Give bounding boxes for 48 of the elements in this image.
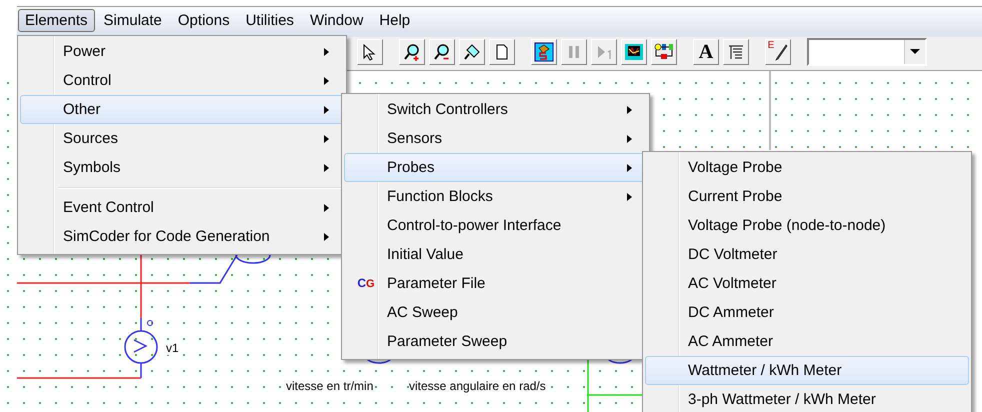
zoom-out-icon bbox=[433, 42, 451, 60]
menu-item[interactable]: Symbols bbox=[20, 153, 344, 182]
menu-item[interactable]: Control bbox=[20, 66, 344, 95]
toolbar-button[interactable] bbox=[357, 38, 383, 64]
circuit-label: v1 bbox=[166, 341, 179, 355]
menu-bar-item[interactable]: Help bbox=[372, 8, 418, 32]
run-simulation-icon bbox=[534, 42, 554, 62]
toolbar-button[interactable] bbox=[621, 38, 647, 64]
menu-bar-item[interactable]: Utilities bbox=[238, 8, 301, 32]
menu-item[interactable]: SimCoder for Code Generation bbox=[20, 222, 344, 251]
menu-item[interactable]: DC Voltmeter bbox=[645, 240, 969, 269]
menu-item[interactable]: Other bbox=[20, 95, 344, 124]
edit-button[interactable]: E bbox=[765, 38, 791, 64]
menu-item[interactable]: Switch Controllers bbox=[344, 95, 647, 124]
pencil-icon bbox=[774, 42, 788, 60]
menu-bar-item[interactable]: Elements bbox=[18, 8, 95, 32]
block-diagram-icon bbox=[654, 42, 674, 60]
menu-item[interactable]: 3-ph Wattmeter / kWh Meter bbox=[645, 385, 969, 412]
menu-item[interactable]: DC Ammeter bbox=[645, 298, 969, 327]
menu-bar-item[interactable]: Window bbox=[302, 8, 370, 32]
toolbar-button[interactable] bbox=[651, 38, 677, 64]
menu-item[interactable]: Voltage Probe bbox=[645, 153, 969, 182]
toolbar-button[interactable] bbox=[723, 38, 749, 64]
menu-bar-item[interactable]: Options bbox=[170, 8, 237, 32]
zoom-in-icon bbox=[403, 42, 421, 60]
menu-item[interactable]: Current Probe bbox=[645, 182, 969, 211]
cg-icon: CG bbox=[357, 277, 375, 290]
menu-bar-item[interactable]: Simulate bbox=[96, 8, 169, 32]
text-button[interactable]: A bbox=[693, 38, 719, 64]
menu-item[interactable]: AC Ammeter bbox=[645, 327, 969, 356]
menu-item[interactable]: AC Voltmeter bbox=[645, 269, 969, 298]
menu-item[interactable]: Wattmeter / kWh Meter bbox=[645, 356, 969, 385]
toolbar-button[interactable] bbox=[531, 38, 557, 64]
scope-icon bbox=[624, 42, 644, 60]
toolbar-button[interactable] bbox=[399, 38, 425, 64]
dropdown[interactable] bbox=[807, 38, 927, 66]
text-lines-icon bbox=[727, 42, 745, 60]
menu-item[interactable]: Sources bbox=[20, 124, 344, 153]
toolbar-button[interactable] bbox=[459, 38, 485, 64]
menu-item[interactable]: Sensors bbox=[344, 124, 647, 153]
menu-item[interactable]: Event Control bbox=[20, 193, 344, 222]
magnifier-icon bbox=[463, 42, 481, 60]
toolbar-button[interactable] bbox=[489, 38, 515, 64]
circuit-label: vitesse angulaire en rad/s bbox=[409, 379, 546, 393]
menu-item[interactable]: Voltage Probe (node-to-node) bbox=[645, 211, 969, 240]
circuit-label: vitesse en tr/min bbox=[286, 379, 374, 393]
toolbar-button[interactable] bbox=[429, 38, 455, 64]
menu-item[interactable]: Power bbox=[20, 37, 344, 66]
